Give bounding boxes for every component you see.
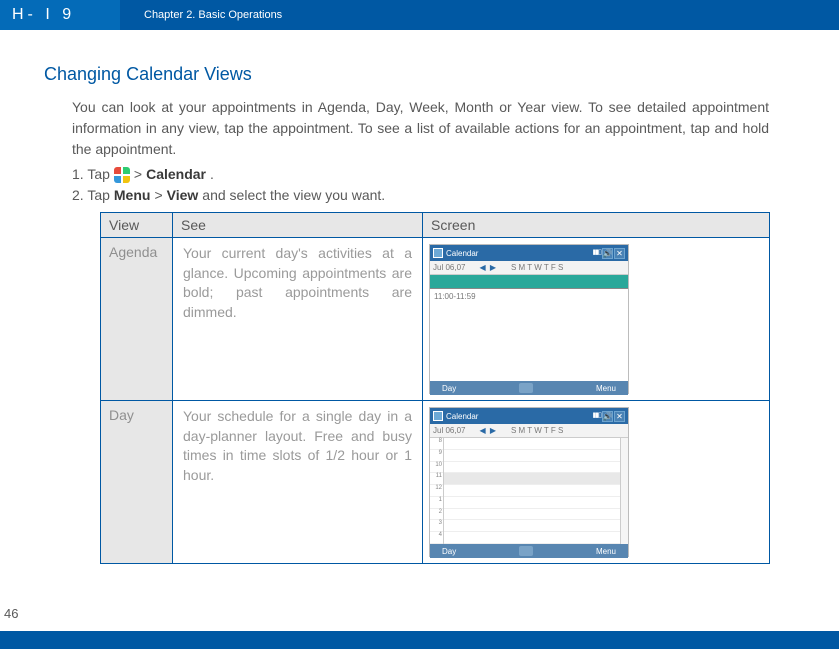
hour-label: 10 <box>430 462 443 474</box>
softkey-right: Menu <box>596 384 616 393</box>
close-icon: ✕ <box>614 248 625 259</box>
softkey-left: Day <box>442 384 456 393</box>
step-2-gt: > <box>154 185 162 206</box>
col-screen: Screen <box>423 213 770 238</box>
mock-daystrip: S M T W T F S <box>511 263 563 272</box>
steps: 1. Tap > Calendar. 2. Tap Menu > View an… <box>72 164 769 206</box>
views-table: View See Screen Agenda Your current day'… <box>100 212 770 564</box>
speaker-icon: 🔊 <box>602 248 613 259</box>
step-1-calendar: Calendar <box>146 164 206 185</box>
mock-title: Calendar <box>446 412 478 421</box>
cell-view: Agenda <box>101 238 173 401</box>
signal-icon: ▮▮▯ <box>592 411 601 422</box>
hour-label: 8 <box>430 438 443 450</box>
signal-icon: ▮▮▯ <box>592 248 601 259</box>
hour-label: 3 <box>430 520 443 532</box>
step-1-prefix: 1. Tap <box>72 164 110 185</box>
cell-desc: Your schedule for a single day in a day-… <box>173 401 423 564</box>
mock-daystrip: S M T W T F S <box>511 426 563 435</box>
step-1-gt: > <box>134 164 142 185</box>
speaker-icon: 🔊 <box>602 411 613 422</box>
scrollbar <box>620 438 628 544</box>
hour-label: 9 <box>430 450 443 462</box>
step-2-view: View <box>167 185 199 206</box>
agenda-screenshot: Calendar ▮▮▯🔊✕ Jul 06,07 ◀ ▶ S M T W T F… <box>429 244 629 394</box>
start-icon <box>114 167 130 183</box>
hour-label: 1 <box>430 497 443 509</box>
table-row: Agenda Your current day's activities at … <box>101 238 770 401</box>
close-icon: ✕ <box>614 411 625 422</box>
step-1: 1. Tap > Calendar. <box>72 164 769 185</box>
table-header-row: View See Screen <box>101 213 770 238</box>
table-row: Day Your schedule for a single day in a … <box>101 401 770 564</box>
softkey-left: Day <box>442 547 456 556</box>
cell-view: Day <box>101 401 173 564</box>
cell-desc: Your current day's activities at a glanc… <box>173 238 423 401</box>
hour-label: 12 <box>430 485 443 497</box>
nav-arrows-icon: ◀ ▶ <box>479 426 497 435</box>
step-2-menu: Menu <box>114 185 151 206</box>
keyboard-icon <box>519 546 533 556</box>
chapter-title: Chapter 2. Basic Operations <box>120 9 282 21</box>
day-screenshot: Calendar ▮▮▯🔊✕ Jul 06,07 ◀ ▶ S M T W T F… <box>429 407 629 557</box>
keyboard-icon <box>519 383 533 393</box>
step-2-rest: and select the view you want. <box>202 185 385 206</box>
col-see: See <box>173 213 423 238</box>
agenda-entry: 11:00-11:59 <box>434 292 476 301</box>
mock-date: Jul 06,07 <box>433 263 465 272</box>
nav-arrows-icon: ◀ ▶ <box>479 263 497 272</box>
step-1-dot: . <box>210 164 214 185</box>
busy-slot <box>444 473 620 485</box>
accent-band <box>430 275 628 289</box>
page-content: Changing Calendar Views You can look at … <box>0 30 839 564</box>
step-2: 2. Tap Menu > View and select the view y… <box>72 185 769 206</box>
section-heading: Changing Calendar Views <box>44 64 769 85</box>
mock-date: Jul 06,07 <box>433 426 465 435</box>
softkey-right: Menu <box>596 547 616 556</box>
step-2-prefix: 2. Tap <box>72 185 110 206</box>
cell-screen: Calendar ▮▮▯🔊✕ Jul 06,07 ◀ ▶ S M T W T F… <box>423 238 770 401</box>
hour-label: 2 <box>430 509 443 521</box>
page-number: 46 <box>4 606 18 621</box>
mock-title: Calendar <box>446 249 478 258</box>
hour-label: 11 <box>430 473 443 485</box>
intro-paragraph: You can look at your appointments in Age… <box>72 97 769 160</box>
logo: H- I 9 <box>0 0 120 30</box>
hour-label: 4 <box>430 532 443 544</box>
footer-bar <box>0 631 839 649</box>
col-view: View <box>101 213 173 238</box>
cell-screen: Calendar ▮▮▯🔊✕ Jul 06,07 ◀ ▶ S M T W T F… <box>423 401 770 564</box>
header-bar: H- I 9 Chapter 2. Basic Operations <box>0 0 839 30</box>
